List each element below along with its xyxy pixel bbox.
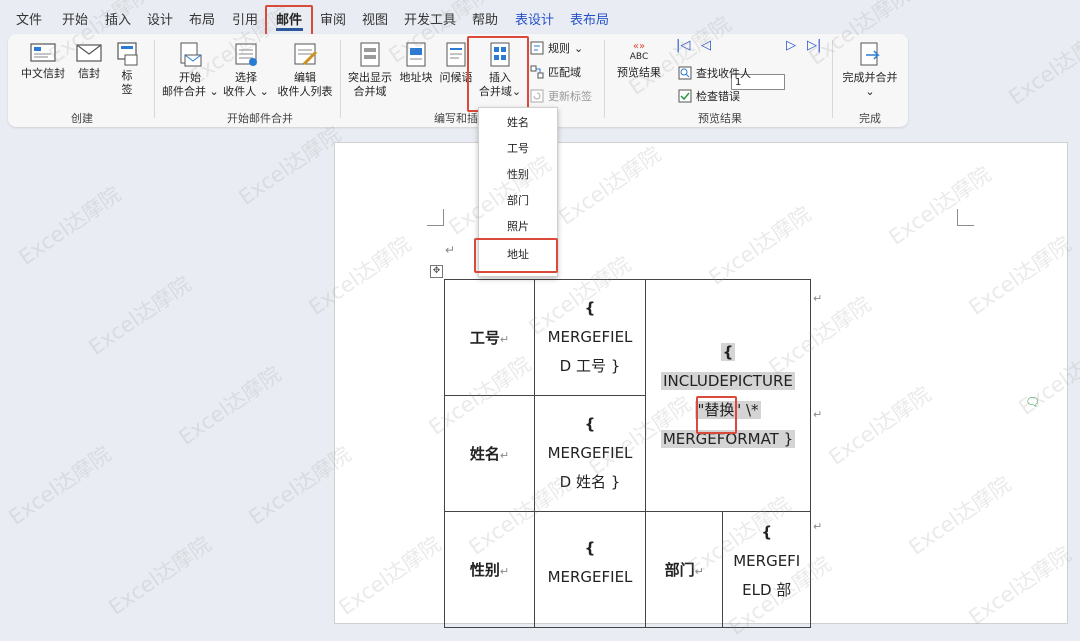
dropdown-item-dept[interactable]: 部门	[479, 188, 557, 214]
preview-arrows-icon: «»	[632, 41, 646, 52]
tab-8[interactable]: 视图	[362, 9, 388, 28]
ribbon-tabs: 文件 开始 插入 设计 布局 引用 邮件 审阅 视图 开发工具 帮助 表设计 表布局	[0, 0, 1080, 34]
address-item-highlight	[474, 238, 558, 273]
row-end-mark: ↵	[813, 292, 823, 305]
greeting-icon	[446, 42, 466, 67]
mail-tab-highlight	[265, 5, 313, 36]
tab-9[interactable]: 开发工具	[404, 9, 456, 28]
preview-results-button[interactable]: «» ABC 预览结果	[614, 42, 664, 80]
watermark-text: Excel达摩院	[14, 181, 126, 270]
group-separator	[832, 40, 833, 118]
finish-merge-icon	[860, 42, 880, 66]
dropdown-item-name[interactable]: 姓名	[479, 110, 557, 136]
dropdown-item-photo[interactable]: 照片	[479, 214, 557, 240]
label-icon	[117, 42, 138, 66]
envelope-icon	[30, 43, 56, 62]
watermark-text: Excel达摩院	[104, 531, 216, 620]
tab-4[interactable]: 布局	[189, 9, 215, 28]
table-cell-field[interactable]: { MERGEFIEL	[534, 511, 646, 628]
tab-2[interactable]: 插入	[105, 9, 131, 28]
tab-10[interactable]: 帮助	[472, 9, 498, 28]
dropdown-item-id[interactable]: 工号	[479, 136, 557, 162]
find-recipient-button[interactable]: 查找收件人	[678, 65, 751, 81]
mail-merge-icon	[180, 42, 202, 67]
group-label-preview: 预览结果	[698, 112, 742, 125]
row-end-mark: ↵	[813, 408, 823, 421]
group-label-write-insert: 编写和插	[434, 112, 478, 125]
tab-0[interactable]: 文件	[16, 9, 42, 28]
group-separator	[604, 40, 605, 118]
highlight-merge-fields-button[interactable]: 突出显示 合并域	[344, 42, 396, 99]
address-block-button[interactable]: 地址块	[396, 42, 436, 85]
group-label-finish: 完成	[859, 112, 881, 125]
group-separator	[340, 40, 341, 118]
finish-merge-button[interactable]: 完成并合并 ⌄	[838, 42, 902, 99]
tab-1[interactable]: 开始	[62, 9, 88, 28]
group-label-create: 创建	[71, 112, 93, 125]
margin-corner-right	[957, 209, 974, 226]
row-end-mark: ↵	[813, 520, 823, 533]
check-errors-button[interactable]: 检查错误	[678, 88, 740, 104]
group-separator	[154, 40, 155, 118]
comment-icon[interactable]: 🗨	[1025, 395, 1040, 409]
tab-12[interactable]: 表布局	[570, 9, 609, 28]
table-cell-field[interactable]: { MERGEFIEL D 姓名 }	[534, 395, 646, 512]
watermark-text: Excel达摩院	[174, 361, 286, 450]
replace-text-highlight	[696, 396, 737, 434]
next-record-button[interactable]: ▷	[786, 38, 796, 53]
start-mail-merge-button[interactable]: 开始 邮件合并 ⌄	[162, 42, 219, 99]
tab-11[interactable]: 表设计	[515, 9, 554, 28]
chinese-envelope-button[interactable]: 中文信封	[20, 42, 66, 81]
group-label-start-merge: 开始邮件合并	[227, 112, 293, 125]
address-block-icon	[406, 42, 426, 67]
dropdown-item-gender[interactable]: 性别	[479, 162, 557, 188]
tab-7[interactable]: 审阅	[320, 9, 346, 28]
check-errors-icon	[678, 89, 692, 103]
margin-corner-left	[427, 209, 444, 226]
previous-record-button[interactable]: ◁	[701, 38, 711, 53]
edit-list-icon	[294, 43, 318, 66]
rules-button[interactable]: 规则 ⌄	[530, 40, 583, 56]
recipients-icon	[235, 43, 257, 66]
highlight-fields-icon	[360, 42, 380, 67]
watermark-text: Excel达摩院	[84, 271, 196, 360]
ribbon-panel: 中文信封 信封 标 签 创建 开始 邮件合并 ⌄ 选择 收件人 ⌄ 编辑 收件人…	[8, 34, 908, 127]
select-recipients-button[interactable]: 选择 收件人 ⌄	[220, 42, 272, 99]
match-fields-button[interactable]: 匹配域	[530, 64, 581, 80]
watermark-text: Excel达摩院	[4, 441, 116, 530]
watermark-text: Excel达摩院	[234, 121, 346, 210]
edit-recipient-list-button[interactable]: 编辑 收件人列表	[274, 42, 336, 99]
tab-5[interactable]: 引用	[232, 9, 258, 28]
table-cell-field[interactable]: { MERGEFI ELD 部	[722, 511, 811, 628]
last-record-button[interactable]: ▷|	[807, 38, 821, 53]
paragraph-mark: ↵	[445, 243, 456, 257]
update-labels-button[interactable]: 更新标签	[530, 88, 592, 104]
rules-icon	[530, 41, 544, 55]
labels-button[interactable]: 标 签	[112, 42, 142, 97]
insert-merge-field-highlight	[467, 36, 529, 112]
table-cell-field[interactable]: { MERGEFIEL D 工号 }	[534, 279, 646, 396]
merge-field-table: 工号↵ { MERGEFIEL D 工号 } { INCLUDEPICTURE …	[444, 279, 811, 628]
envelope-button[interactable]: 信封	[72, 42, 106, 81]
table-cell-label: 性别↵	[444, 511, 535, 628]
find-icon	[678, 66, 692, 80]
envelope-icon	[76, 44, 102, 62]
table-cell-label: 部门↵	[644, 511, 724, 628]
tab-3[interactable]: 设计	[147, 9, 173, 28]
update-labels-icon	[530, 89, 544, 103]
first-record-button[interactable]: |◁	[676, 38, 690, 53]
table-move-handle-icon[interactable]: ✥	[430, 265, 443, 278]
table-cell-label: 姓名↵	[444, 395, 535, 512]
match-fields-icon	[530, 65, 544, 79]
table-cell-label: 工号↵	[444, 279, 535, 396]
